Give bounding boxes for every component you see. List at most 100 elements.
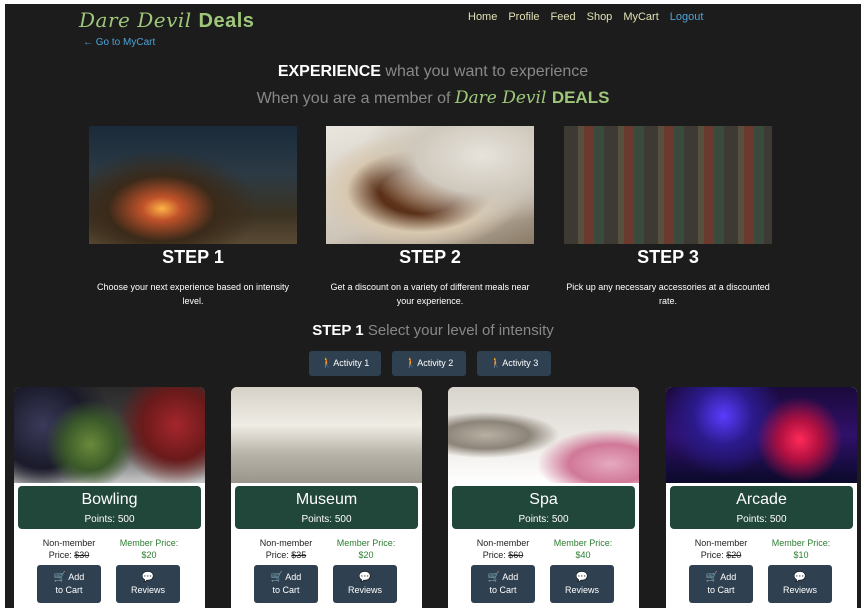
member-price: Member Price: $40 bbox=[548, 537, 618, 561]
card-banner: Bowling Points: 500 bbox=[18, 486, 201, 529]
price-label: Price: bbox=[482, 550, 509, 560]
headline-rest: what you want to experience bbox=[380, 63, 589, 80]
to-cart-label: to Cart bbox=[489, 585, 517, 595]
card-title: Bowling bbox=[81, 491, 138, 508]
to-cart-label: to Cart bbox=[707, 585, 735, 595]
add-to-cart-button[interactable]: 🛒 Add to Cart bbox=[37, 565, 101, 603]
select-intensity-heading: STEP 1 Select your level of intensity bbox=[5, 322, 861, 339]
comments-icon: 💬 bbox=[358, 572, 372, 583]
step-1: STEP 1 Choose your next experience based… bbox=[89, 126, 297, 308]
cart-icon: 🛒 bbox=[53, 572, 67, 583]
reviews-label: Reviews bbox=[564, 585, 599, 595]
step-description: Pick up any necessary accessories at a d… bbox=[566, 282, 770, 306]
nav-mycart[interactable]: MyCart bbox=[623, 11, 658, 23]
select-heading-rest: Select your level of intensity bbox=[363, 322, 554, 339]
card-title: Arcade bbox=[736, 491, 787, 508]
experience-card-museum: Museum Points: 500 Non-member Price: $35 … bbox=[231, 387, 422, 608]
cart-icon: 🛒 bbox=[705, 572, 719, 583]
activity-1-button[interactable]: 🚶Activity 1 bbox=[309, 351, 381, 376]
headline-bold: EXPERIENCE bbox=[277, 63, 381, 80]
headline-brand-name: Dare Devil bbox=[454, 88, 547, 108]
gear-image bbox=[564, 126, 772, 244]
activity-label: Activity 1 bbox=[333, 358, 370, 368]
nav-profile[interactable]: Profile bbox=[508, 11, 539, 23]
card-points: Points: 500 bbox=[84, 514, 135, 525]
card-banner: Museum Points: 500 bbox=[235, 486, 418, 529]
experience-card-bowling: Bowling Points: 500 Non-member Price: $30… bbox=[14, 387, 205, 608]
member-price-value: $10 bbox=[793, 550, 809, 560]
nonmember-price: Non-member Price: $35 bbox=[241, 537, 331, 561]
nav-shop[interactable]: Shop bbox=[587, 11, 613, 23]
card-points: Points: 500 bbox=[518, 514, 569, 525]
reviews-button[interactable]: 💬 Reviews bbox=[116, 565, 180, 603]
nonmember-label: Non-member bbox=[42, 538, 96, 548]
activity-3-button[interactable]: 🚶Activity 3 bbox=[477, 351, 551, 376]
nonmember-price: Non-member Price: $20 bbox=[676, 537, 766, 561]
nav-feed[interactable]: Feed bbox=[551, 11, 576, 23]
comments-icon: 💬 bbox=[141, 572, 155, 583]
member-price-value: $20 bbox=[358, 550, 374, 560]
price-label: Price: bbox=[265, 550, 292, 560]
nonmember-label: Non-member bbox=[476, 538, 530, 548]
add-label: Add bbox=[68, 572, 85, 582]
go-to-mycart-link[interactable]: ← Go to MyCart bbox=[83, 37, 155, 48]
nonmember-label: Non-member bbox=[259, 538, 313, 548]
member-label: Member Price: bbox=[119, 538, 179, 548]
reviews-button[interactable]: 💬 Reviews bbox=[768, 565, 832, 603]
experience-card-arcade: Arcade Points: 500 Non-member Price: $20 … bbox=[666, 387, 857, 608]
brand-suffix: Deals bbox=[198, 10, 255, 32]
cart-icon: 🛒 bbox=[270, 572, 284, 583]
activity-label: Activity 3 bbox=[502, 358, 539, 368]
smores-image bbox=[326, 126, 534, 244]
card-title: Museum bbox=[295, 491, 358, 508]
card-points: Points: 500 bbox=[736, 514, 787, 525]
bowling-image bbox=[14, 387, 205, 483]
add-to-cart-button[interactable]: 🛒 Add to Cart bbox=[471, 565, 535, 603]
add-label: Add bbox=[502, 572, 519, 582]
headline-member: When you are a member of Dare Devil DEAL… bbox=[5, 88, 861, 108]
headline-brand: Dare Devil DEALS bbox=[455, 88, 610, 108]
comments-icon: 💬 bbox=[793, 572, 807, 583]
member-price-value: $40 bbox=[575, 550, 591, 560]
card-title: Spa bbox=[529, 491, 558, 508]
price-label: Price: bbox=[700, 550, 727, 560]
cart-icon: 🛒 bbox=[487, 572, 501, 583]
step-description: Get a discount on a variety of different… bbox=[330, 282, 530, 306]
nonmember-price-value: $35 bbox=[291, 550, 307, 560]
nonmember-price: Non-member Price: $60 bbox=[458, 537, 548, 561]
headline-member-text: When you are a member of bbox=[256, 90, 455, 107]
member-price: Member Price: $20 bbox=[114, 537, 184, 561]
add-to-cart-button[interactable]: 🛒 Add to Cart bbox=[254, 565, 318, 603]
step-title: STEP 1 bbox=[162, 247, 224, 267]
hiking-icon: 🚶 bbox=[320, 358, 334, 369]
member-price-value: $20 bbox=[141, 550, 157, 560]
reviews-label: Reviews bbox=[347, 585, 382, 595]
top-nav: Home Profile Feed Shop MyCart Logout bbox=[468, 11, 714, 23]
step-title: STEP 2 bbox=[399, 247, 461, 267]
nonmember-label: Non-member bbox=[694, 538, 748, 548]
reviews-label: Reviews bbox=[130, 585, 165, 595]
add-label: Add bbox=[285, 572, 302, 582]
nonmember-price-value: $60 bbox=[508, 550, 524, 560]
headline-brand-suffix: DEALS bbox=[551, 88, 610, 107]
add-label: Add bbox=[720, 572, 737, 582]
nonmember-price: Non-member Price: $30 bbox=[24, 537, 114, 561]
activity-2-button[interactable]: 🚶Activity 2 bbox=[392, 351, 466, 376]
brand-logo[interactable]: Dare Devil Deals bbox=[79, 8, 254, 33]
to-cart-label: to Cart bbox=[272, 585, 300, 595]
nav-logout[interactable]: Logout bbox=[670, 11, 704, 23]
member-label: Member Price: bbox=[771, 538, 831, 548]
hiking-icon: 🚶 bbox=[489, 358, 503, 369]
card-banner: Spa Points: 500 bbox=[452, 486, 635, 529]
headline-experience: EXPERIENCE what you want to experience bbox=[5, 63, 861, 81]
member-price: Member Price: $20 bbox=[331, 537, 401, 561]
arcade-image bbox=[666, 387, 857, 483]
reviews-button[interactable]: 💬 Reviews bbox=[333, 565, 397, 603]
museum-image bbox=[231, 387, 422, 483]
add-to-cart-button[interactable]: 🛒 Add to Cart bbox=[689, 565, 753, 603]
reviews-button[interactable]: 💬 Reviews bbox=[550, 565, 614, 603]
hiking-icon: 🚶 bbox=[404, 358, 418, 369]
to-cart-label: to Cart bbox=[55, 585, 83, 595]
nav-home[interactable]: Home bbox=[468, 11, 497, 23]
member-price: Member Price: $10 bbox=[766, 537, 836, 561]
